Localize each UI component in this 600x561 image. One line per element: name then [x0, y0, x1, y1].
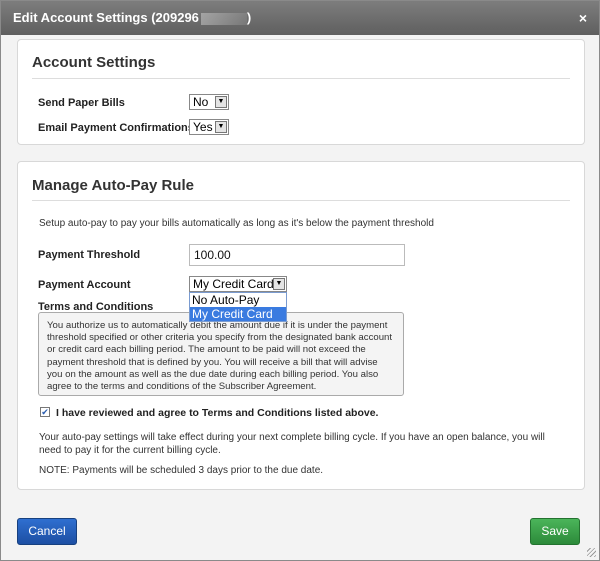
divider [32, 200, 570, 201]
chevron-down-icon: ▼ [215, 121, 227, 133]
chevron-down-icon: ▼ [215, 96, 227, 108]
account-settings-heading: Account Settings [32, 54, 156, 71]
cancel-button[interactable]: Cancel [17, 518, 77, 545]
redacted-account-number [200, 12, 247, 25]
autopay-panel: Manage Auto-Pay Rule Setup auto-pay to p… [17, 161, 585, 490]
edit-account-settings-dialog: Edit Account Settings (209296) × Account… [0, 0, 600, 561]
agree-terms-checkbox[interactable]: ✔ [40, 407, 50, 417]
payment-account-label: Payment Account [38, 279, 131, 291]
payment-threshold-label: Payment Threshold [38, 249, 141, 261]
payment-account-options: No Auto-Pay My Credit Card [189, 292, 287, 322]
divider [32, 78, 570, 79]
email-confirmations-value: Yes [193, 120, 213, 134]
autopay-effect-note: Your auto-pay settings will take effect … [39, 432, 545, 456]
close-icon[interactable]: × [579, 1, 587, 35]
autopay-intro-text: Setup auto-pay to pay your bills automat… [39, 218, 434, 229]
send-paper-bills-label: Send Paper Bills [38, 97, 125, 109]
send-paper-bills-select[interactable]: No ▼ [189, 94, 229, 110]
agree-terms-label: I have reviewed and agree to Terms and C… [56, 407, 379, 419]
option-my-credit-card[interactable]: My Credit Card [190, 307, 286, 321]
checkmark-icon: ✔ [41, 407, 49, 417]
option-no-autopay[interactable]: No Auto-Pay [190, 293, 286, 307]
email-confirmations-label: Email Payment Confirmations [38, 122, 194, 134]
payment-threshold-input[interactable]: 100.00 [189, 244, 405, 266]
dialog-title-suffix: ) [246, 10, 252, 25]
account-settings-panel: Account Settings Send Paper Bills No ▼ E… [17, 39, 585, 145]
terms-text-box: You authorize us to automatically debit … [38, 312, 404, 396]
chevron-down-icon: ▼ [273, 278, 285, 290]
payment-account-value: My Credit Card [193, 277, 274, 291]
dialog-titlebar: Edit Account Settings (209296) × [1, 1, 599, 35]
email-confirmations-select[interactable]: Yes ▼ [189, 119, 229, 135]
autopay-schedule-note: NOTE: Payments will be scheduled 3 days … [39, 465, 324, 476]
autopay-heading: Manage Auto-Pay Rule [32, 177, 194, 194]
save-button[interactable]: Save [530, 518, 580, 545]
send-paper-bills-value: No [193, 95, 209, 109]
payment-account-select[interactable]: My Credit Card ▼ [189, 276, 287, 292]
resize-grip-icon[interactable] [587, 548, 596, 557]
dialog-title: Edit Account Settings (209296 [13, 10, 199, 25]
